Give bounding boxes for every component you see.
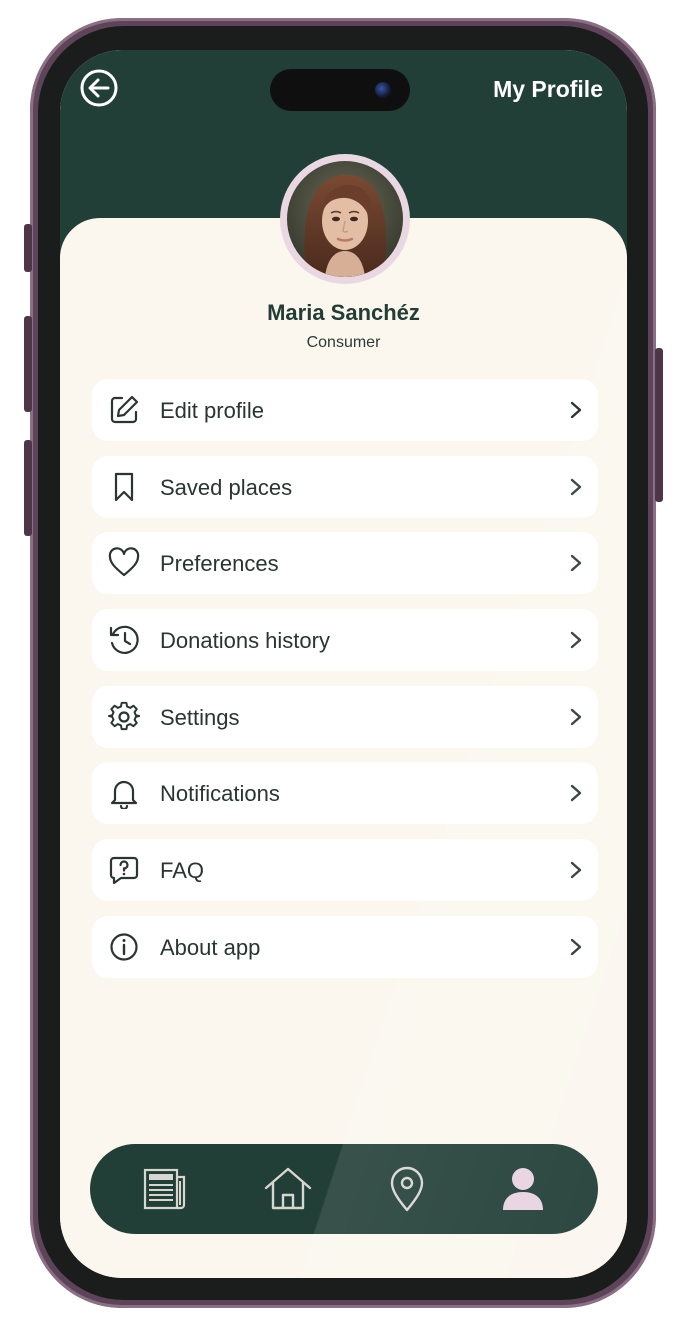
menu-item-donations-history[interactable]: Donations history [92, 609, 598, 672]
chevron-right-icon [570, 861, 582, 879]
bottom-nav [90, 1144, 598, 1234]
newspaper-icon [143, 1168, 186, 1210]
volume-down-button [24, 440, 32, 536]
avatar[interactable] [280, 154, 410, 284]
profile-menu: Edit profile Saved places Preferences Do… [92, 379, 598, 993]
chevron-right-icon [570, 708, 582, 725]
menu-item-label: Preferences [160, 551, 279, 577]
volume-up-button [24, 316, 32, 412]
camera-icon [375, 82, 391, 98]
nav-item-news[interactable] [140, 1165, 190, 1213]
gear-icon [108, 701, 140, 730]
menu-item-label: About app [160, 934, 261, 960]
location-pin-icon [390, 1166, 424, 1212]
avatar-photo [287, 161, 403, 277]
menu-item-saved-places[interactable]: Saved places [92, 455, 598, 518]
user-role: Consumer [306, 334, 381, 351]
home-icon [264, 1167, 312, 1210]
menu-item-notifications[interactable]: Notifications [92, 762, 598, 825]
profile-photo-icon [287, 161, 403, 277]
chevron-right-icon [570, 938, 582, 956]
edit-icon [110, 395, 139, 424]
menu-item-label: Notifications [160, 781, 280, 807]
menu-item-label: Edit profile [160, 398, 264, 423]
chevron-right-icon [570, 478, 582, 495]
user-name: Maria Sanchéz [267, 300, 420, 325]
chevron-right-icon [570, 401, 582, 419]
history-icon [109, 625, 139, 655]
menu-item-label: Settings [160, 704, 240, 730]
menu-item-faq[interactable]: FAQ [92, 839, 598, 902]
info-icon [110, 933, 138, 961]
menu-item-settings[interactable]: Settings [92, 685, 598, 748]
power-button [655, 348, 663, 502]
user-icon [503, 1168, 543, 1210]
menu-item-about-app[interactable]: About app [92, 915, 598, 978]
menu-item-preferences[interactable]: Preferences [92, 532, 598, 595]
menu-item-label: Donations history [160, 628, 330, 654]
bell-icon [110, 781, 138, 810]
page-title: My Profile [493, 76, 603, 102]
silent-switch [24, 224, 32, 272]
bookmark-icon [114, 472, 134, 501]
heart-icon [108, 547, 140, 577]
question-chat-icon [109, 857, 139, 885]
nav-item-home[interactable] [263, 1165, 313, 1213]
chevron-right-icon [570, 785, 582, 802]
menu-item-edit-profile[interactable]: Edit profile [92, 379, 598, 441]
device-mockup: My Profile Maria Sanchéz Consumer Edit p… [0, 0, 680, 1330]
menu-item-label: Saved places [160, 474, 293, 500]
menu-item-label: FAQ [160, 858, 205, 884]
dynamic-island [270, 69, 410, 111]
chevron-right-icon [570, 631, 582, 649]
chevron-right-icon [570, 555, 582, 572]
app-screen: My Profile Maria Sanchéz Consumer Edit p… [60, 50, 627, 1278]
arrow-left-circle-icon [80, 69, 118, 107]
nav-item-map[interactable] [382, 1165, 432, 1213]
nav-item-profile[interactable] [498, 1165, 548, 1213]
back-button[interactable] [79, 68, 119, 108]
